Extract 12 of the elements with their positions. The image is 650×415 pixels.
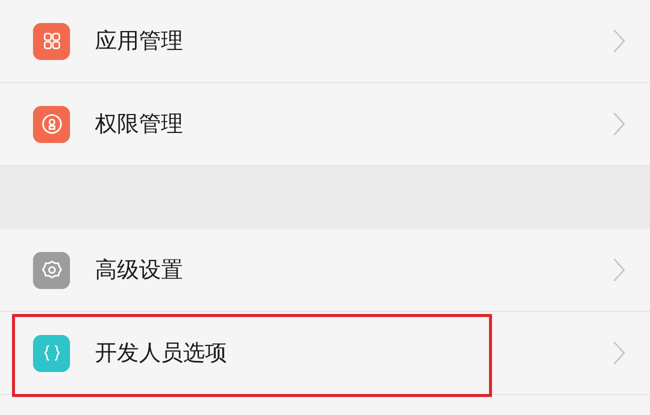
gear-icon: [33, 252, 70, 288]
setting-label[interactable]: 应用管理: [95, 24, 612, 58]
keyhole-icon: [33, 106, 70, 142]
braces-icon: [33, 334, 70, 372]
chevron-icon: [612, 340, 626, 366]
grid-icon: [33, 22, 70, 60]
chevron-icon: [612, 111, 626, 137]
chevron-icon: [612, 28, 626, 54]
setting-label[interactable]: 高级设置: [95, 254, 612, 286]
setting-label[interactable]: 开发人员选项: [95, 336, 612, 370]
setting-label[interactable]: 权限管理: [95, 108, 612, 140]
chevron-icon: [612, 257, 626, 283]
